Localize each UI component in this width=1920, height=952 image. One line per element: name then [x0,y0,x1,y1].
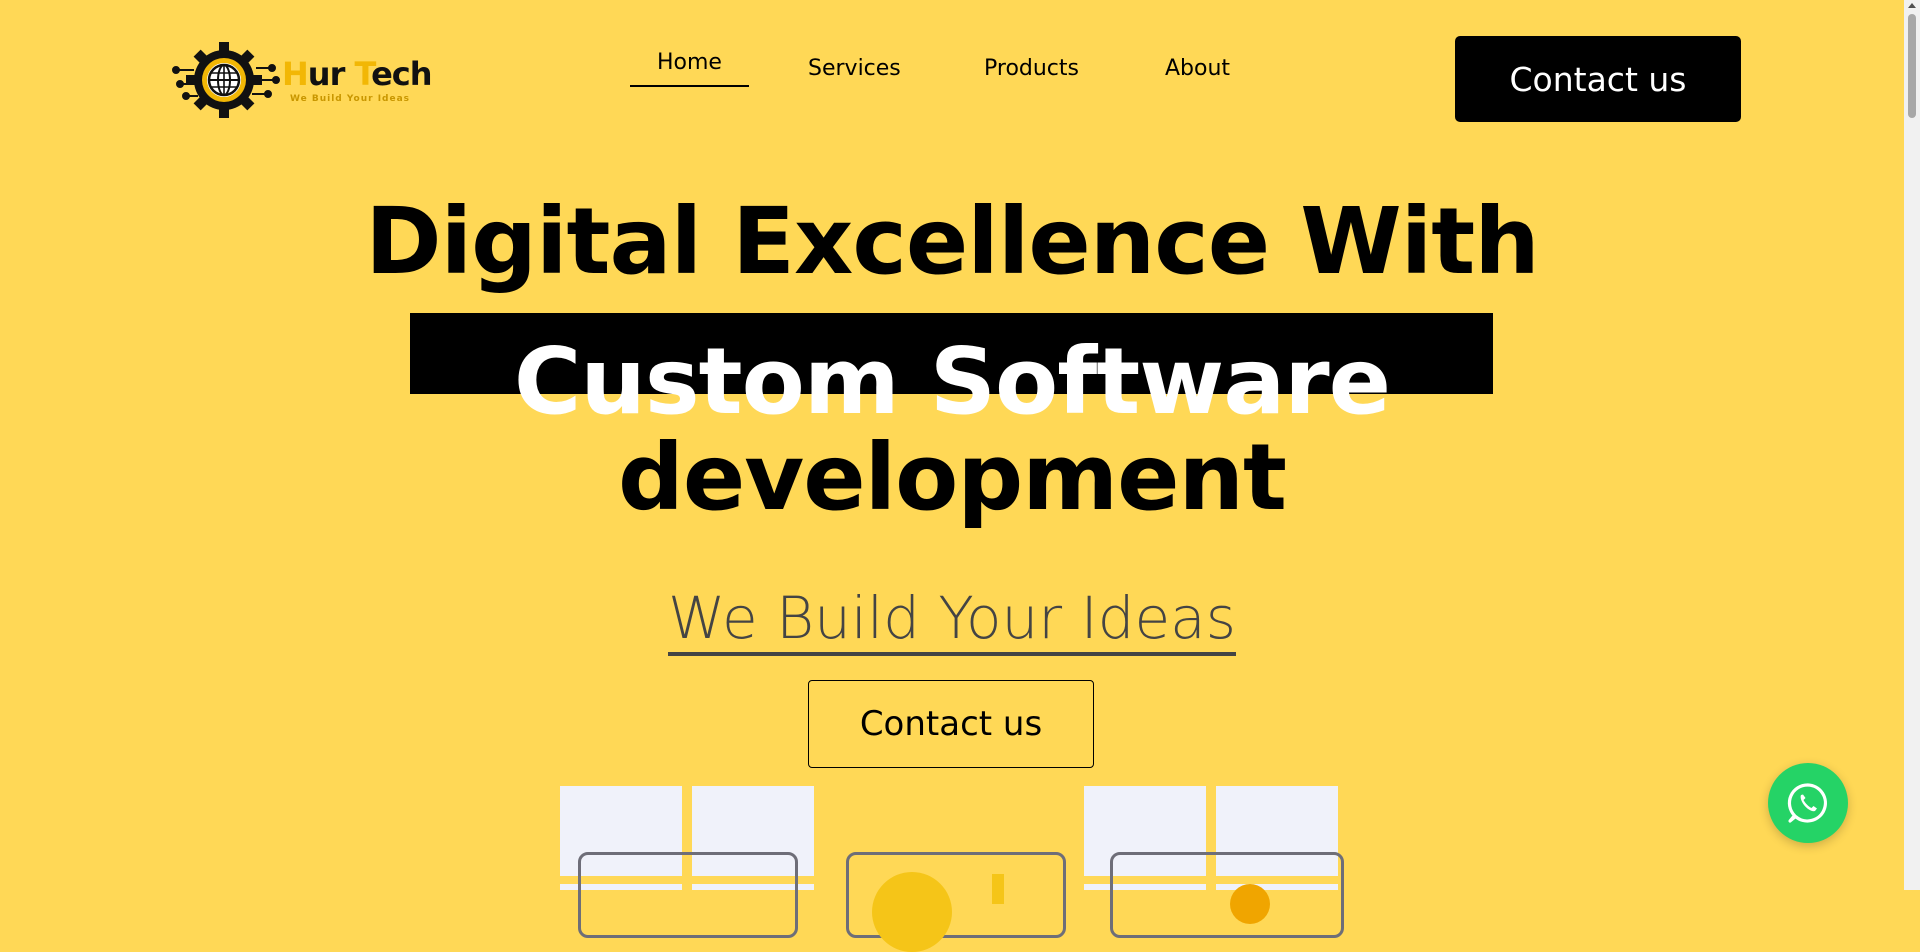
nav-item-products[interactable]: Products [984,56,1079,81]
illustration-frame-right [1110,852,1344,938]
gear-globe-logo-icon [172,42,280,118]
page-scrollbar[interactable] [1904,0,1920,890]
hero-tagline-text: We Build Your Ideas [668,584,1236,656]
hero-tagline: We Build Your Ideas [0,582,1904,656]
hero-contact-button[interactable]: Contact us [808,680,1094,768]
hero-title-line1: Digital Excellence With [365,188,1539,295]
hero-title-line3: development [618,424,1287,531]
illustration-circle [872,872,952,952]
brand-tagline: We Build Your Ideas [290,94,411,104]
whatsapp-icon [1787,783,1827,823]
nav-item-about[interactable]: About [1165,56,1230,81]
brand-name-initial-t: T [354,55,372,93]
brand-name: Hur Tech [282,55,433,93]
scroll-up-arrow-icon[interactable] [1908,3,1916,8]
nav-item-home[interactable]: Home [630,50,749,87]
illustration-bar [992,874,1004,904]
hero-title-line2: Custom Software [513,328,1391,435]
brand-name-part-ech: ech [371,55,432,93]
brand-logo[interactable]: Hur Tech We Build Your Ideas [172,40,433,120]
nav-item-services[interactable]: Services [808,56,901,81]
illustration-circle [1230,884,1270,924]
brand-name-part-ur: ur [307,55,355,93]
hero-illustration [0,786,1920,952]
brand-name-initial-h: H [282,55,309,93]
illustration-frame-left [578,852,798,938]
header-contact-button[interactable]: Contact us [1455,36,1741,122]
scrollbar-thumb[interactable] [1908,14,1916,118]
whatsapp-chat-button[interactable] [1768,763,1848,843]
